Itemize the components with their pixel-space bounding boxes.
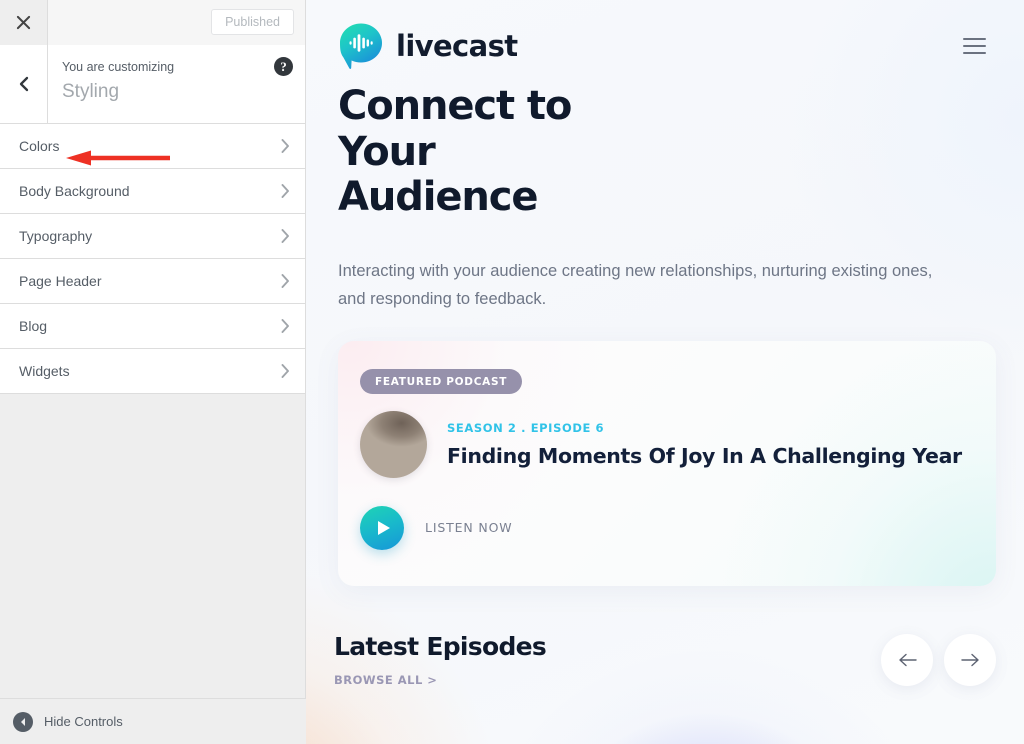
- play-icon: [360, 505, 404, 550]
- featured-episode-text: SEASON 2 . EPISODE 6 Finding Moments Of …: [447, 421, 962, 468]
- customizing-label: You are customizing: [62, 60, 175, 74]
- customizer-menu-list: Colors Body Background Typography Page H…: [0, 124, 305, 394]
- carousel-nav: [881, 633, 996, 686]
- chevron-right-icon: [281, 319, 290, 333]
- hero-heading: Connect to Your Audience: [338, 83, 572, 221]
- customizer-header-body: You are customizing Styling ?: [48, 45, 305, 123]
- featured-podcast-card[interactable]: FEATURED PODCAST SEASON 2 . EPISODE 6 Fi…: [338, 340, 996, 586]
- brand-name: livecast: [396, 29, 518, 63]
- sidebar-item-body-background[interactable]: Body Background: [0, 169, 305, 214]
- browse-all-link[interactable]: BROWSE ALL >: [334, 673, 437, 687]
- episode-title: Finding Moments Of Joy In A Challenging …: [447, 443, 962, 468]
- featured-episode-row: SEASON 2 . EPISODE 6 Finding Moments Of …: [360, 410, 962, 478]
- chevron-left-icon[interactable]: [0, 45, 48, 123]
- chevron-right-icon: [281, 139, 290, 153]
- close-icon[interactable]: [0, 0, 48, 45]
- hide-controls-label: Hide Controls: [44, 714, 123, 729]
- panel-title: Styling: [62, 80, 120, 102]
- sidebar-item-label: Blog: [19, 318, 48, 334]
- latest-episodes-heading-block: Latest Episodes BROWSE ALL >: [334, 631, 547, 689]
- sidebar-item-label: Body Background: [19, 183, 130, 199]
- hide-controls-button[interactable]: Hide Controls: [0, 698, 306, 744]
- published-button[interactable]: Published: [211, 9, 294, 35]
- arrow-right-icon[interactable]: [944, 633, 996, 686]
- publish-area: Published: [48, 0, 305, 45]
- customizer-sidebar: Published You are customizing Styling ? …: [0, 0, 306, 744]
- site-brand[interactable]: livecast: [338, 22, 518, 70]
- collapse-left-icon: [13, 711, 33, 732]
- sidebar-item-label: Widgets: [19, 363, 70, 379]
- hero-section: Connect to Your Audience Interacting wit…: [306, 70, 1024, 314]
- customizer-screen: Published You are customizing Styling ? …: [0, 0, 1024, 744]
- listen-now-button[interactable]: LISTEN NOW: [360, 505, 513, 550]
- site-header: livecast: [306, 0, 1024, 70]
- episode-season-label: SEASON 2 . EPISODE 6: [447, 420, 605, 435]
- sidebar-item-colors[interactable]: Colors: [0, 124, 305, 169]
- preview-content: livecast Connect to Your Audience Intera…: [306, 0, 1024, 689]
- sidebar-item-widgets[interactable]: Widgets: [0, 349, 305, 394]
- episode-thumbnail: [360, 410, 427, 478]
- sidebar-item-page-header[interactable]: Page Header: [0, 259, 305, 304]
- section-heading: Latest Episodes: [334, 631, 547, 661]
- speech-bubble-waveform-logo: [340, 23, 382, 69]
- chevron-right-icon: [281, 274, 290, 288]
- sidebar-item-label: Typography: [19, 228, 93, 244]
- chevron-right-icon: [281, 364, 290, 378]
- sidebar-item-blog[interactable]: Blog: [0, 304, 305, 349]
- hamburger-menu-icon[interactable]: [959, 29, 990, 62]
- chevron-right-icon: [281, 184, 290, 198]
- customizer-topbar: Published: [0, 0, 305, 45]
- customizer-header: You are customizing Styling ?: [0, 45, 305, 124]
- status-badge: FEATURED PODCAST: [360, 368, 523, 394]
- sidebar-item-typography[interactable]: Typography: [0, 214, 305, 259]
- site-preview-pane: livecast Connect to Your Audience Intera…: [306, 0, 1024, 744]
- sidebar-item-label: Colors: [19, 138, 60, 154]
- hero-paragraph: Interacting with your audience creating …: [338, 261, 933, 309]
- arrow-left-icon[interactable]: [881, 633, 933, 686]
- latest-episodes-section: Latest Episodes BROWSE ALL >: [306, 586, 1024, 689]
- chevron-right-icon: [281, 229, 290, 243]
- listen-now-label: LISTEN NOW: [425, 520, 513, 536]
- help-icon[interactable]: ?: [274, 57, 293, 76]
- sidebar-item-label: Page Header: [19, 273, 102, 289]
